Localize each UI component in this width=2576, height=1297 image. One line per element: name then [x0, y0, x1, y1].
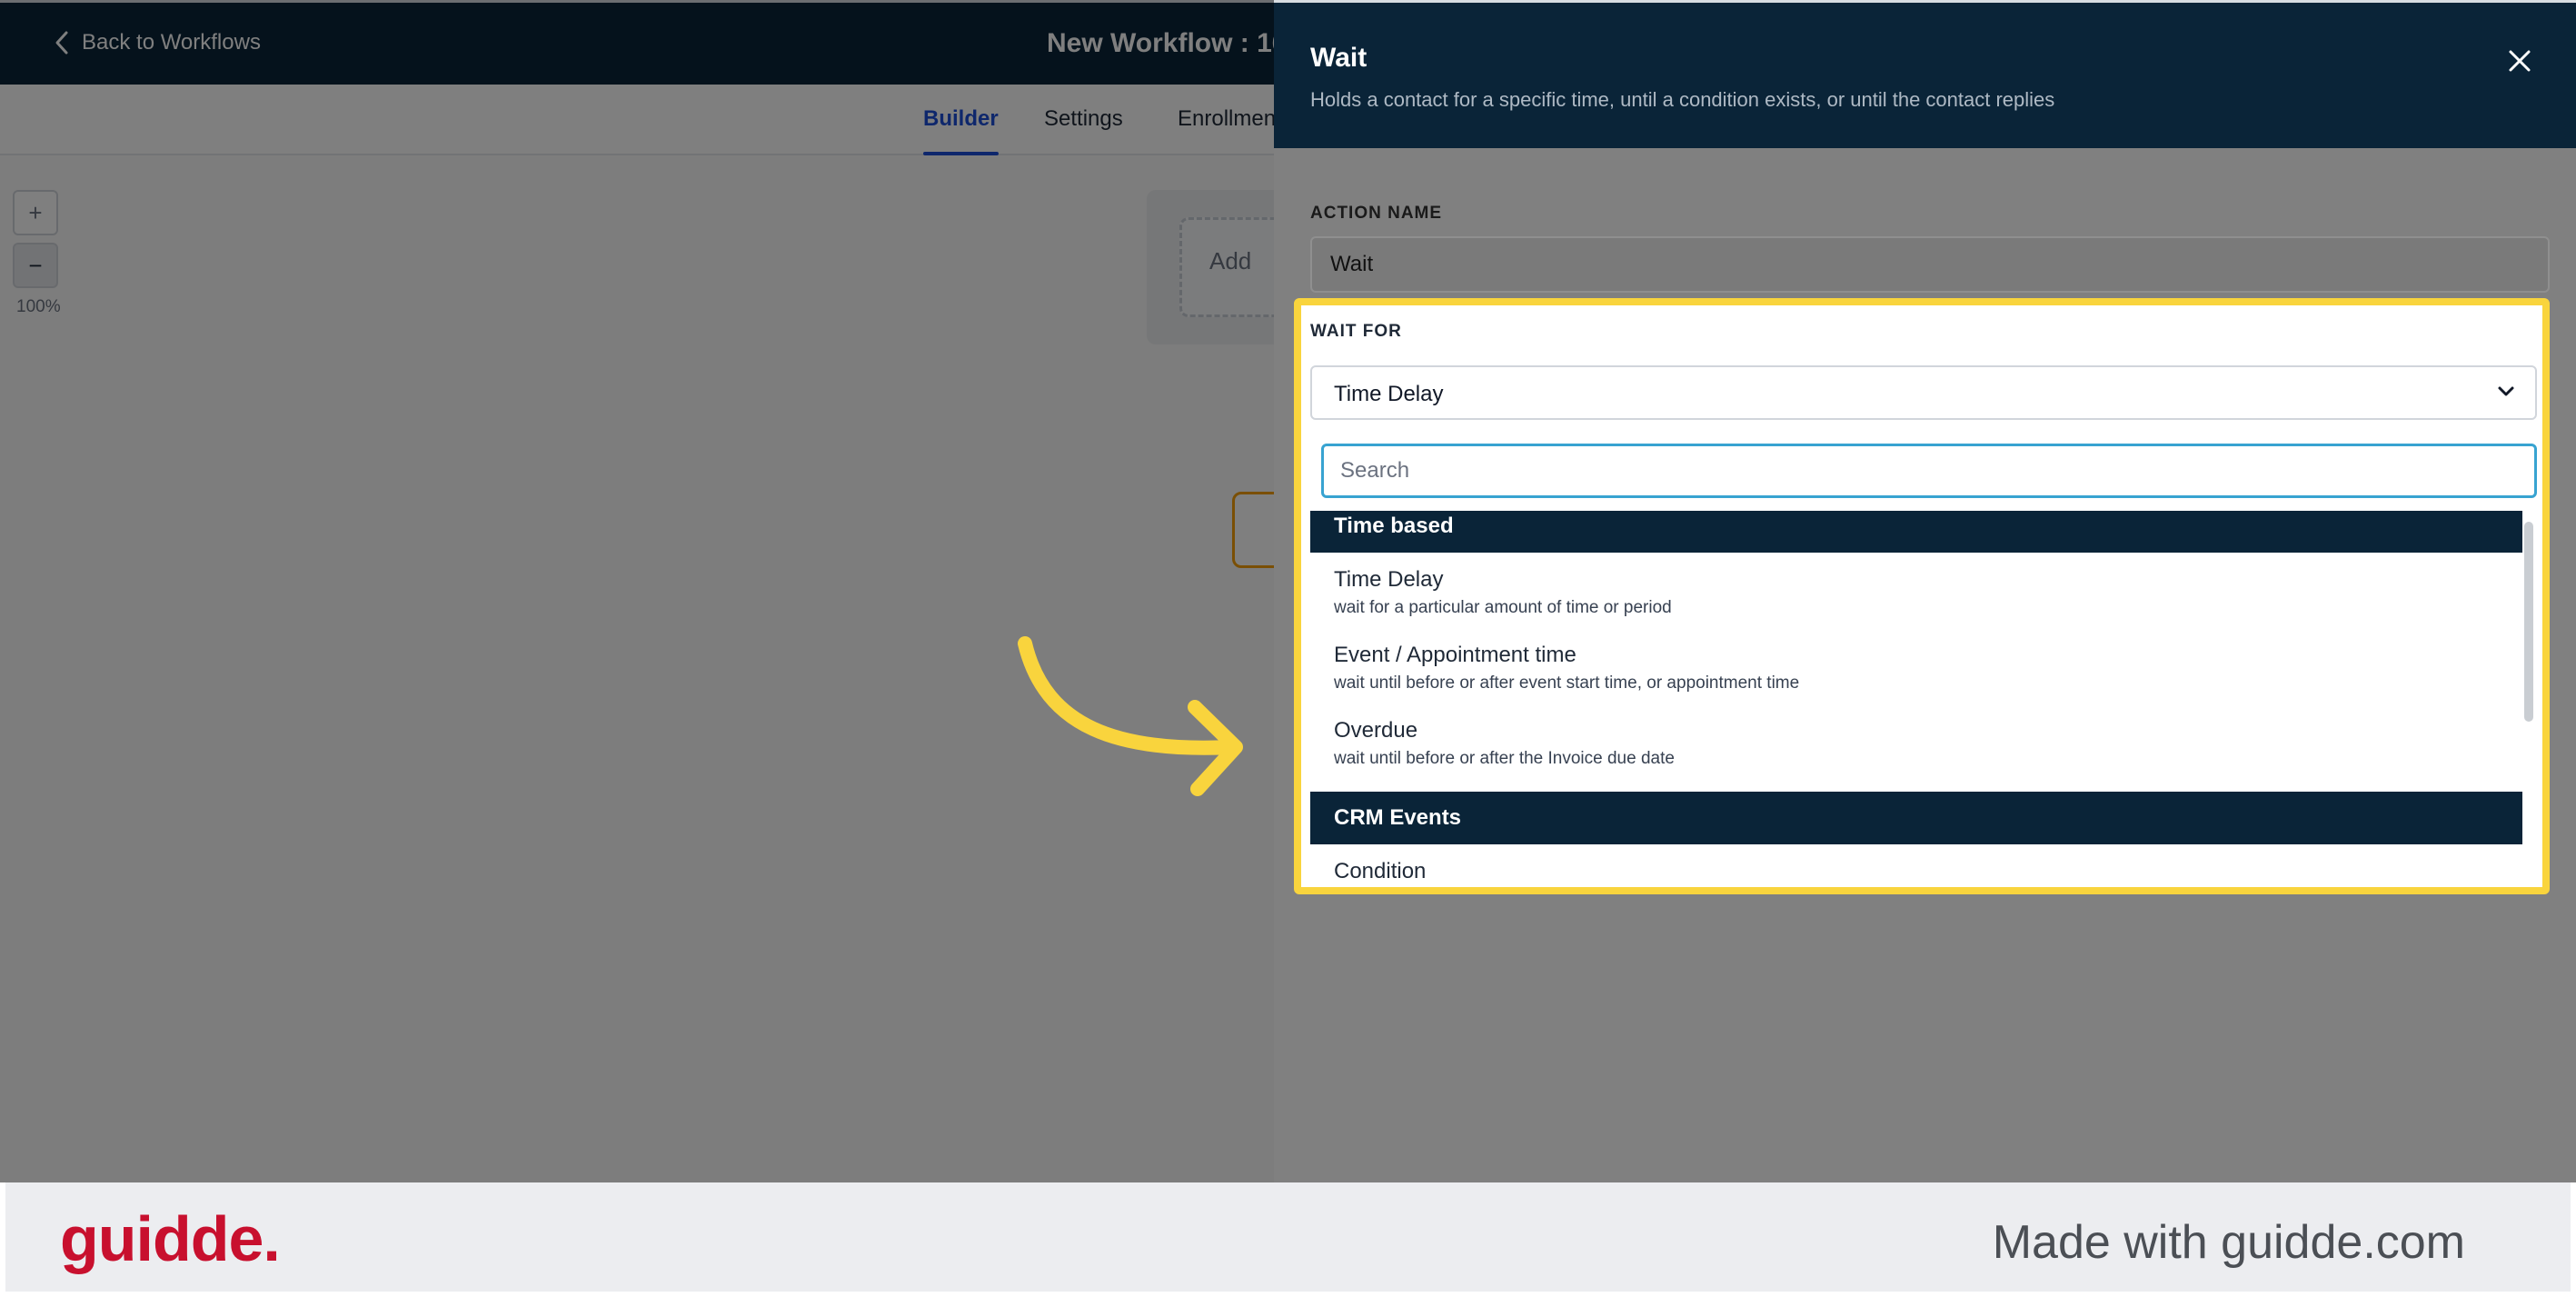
panel-header: Wait Holds a contact for a specific time…	[1274, 0, 2576, 148]
curved-arrow-icon	[1018, 636, 1243, 796]
option-condition[interactable]: Condition	[1334, 859, 1426, 880]
group-header-crm-events: CRM Events	[1310, 792, 2522, 844]
close-icon[interactable]	[2505, 46, 2534, 75]
list-scrollbar[interactable]	[2524, 522, 2533, 722]
option-overdue[interactable]: Overdue wait until before or after the I…	[1334, 718, 1675, 769]
option-label: Condition	[1334, 859, 1427, 880]
panel-title: Wait	[1310, 43, 1368, 73]
option-time-delay[interactable]: Time Delay wait for a particular amount …	[1334, 567, 1672, 618]
wait-for-section: WAIT FOR Time Delay Time based Time Dela…	[1294, 298, 2550, 894]
wait-for-label: WAIT FOR	[1310, 322, 1402, 341]
guidde-footer: guidde. Made with guidde.com	[0, 1182, 2576, 1297]
option-label: Overdue	[1334, 718, 1418, 743]
search-input[interactable]	[1321, 444, 2537, 498]
option-label: Time Delay	[1334, 567, 1444, 592]
action-name-label: ACTION NAME	[1310, 204, 1443, 223]
option-label: Event / Appointment time	[1334, 643, 1576, 667]
guidde-logo: guidde.	[60, 1203, 281, 1274]
screen: Back to Workflows New Workflow : 16 Buil…	[0, 0, 2576, 1297]
wait-for-select[interactable]: Time Delay	[1310, 365, 2537, 420]
option-description: wait until before or after event start t…	[1334, 673, 1800, 693]
wait-for-options-list[interactable]: Time based Time Delay wait for a particu…	[1310, 511, 2522, 880]
wait-for-selected-value: Time Delay	[1334, 382, 1444, 406]
action-name-input[interactable]	[1310, 236, 2550, 293]
chevron-down-icon	[2498, 386, 2514, 396]
made-with-text: Made with guidde.com	[1992, 1216, 2465, 1269]
panel-subtitle: Holds a contact for a specific time, unt…	[1310, 88, 2055, 111]
option-event-appointment-time[interactable]: Event / Appointment time wait until befo…	[1334, 643, 1799, 693]
option-description: wait until before or after the Invoice d…	[1334, 749, 1675, 768]
group-header-time-based: Time based	[1310, 511, 2522, 553]
option-description: wait for a particular amount of time or …	[1334, 598, 1672, 617]
